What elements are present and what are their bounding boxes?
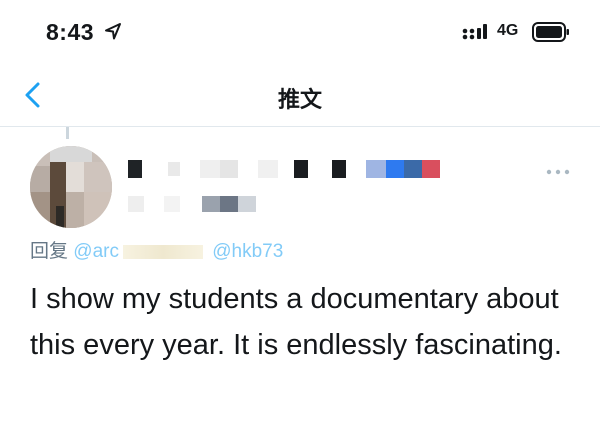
reply-to-line: 回复 @arc @hkb73 bbox=[30, 236, 283, 263]
page-title: 推文 bbox=[277, 87, 322, 112]
reply-mention-link[interactable]: @arc bbox=[73, 241, 119, 262]
reply-mention-link[interactable]: @hkb73 bbox=[212, 241, 283, 262]
tweet-text: I show my students a documentary about t… bbox=[30, 283, 562, 361]
avatar[interactable] bbox=[30, 146, 112, 228]
nav-bar: 推文 bbox=[0, 64, 600, 127]
more-horizontal-icon[interactable] bbox=[546, 168, 570, 176]
cell-signal-icon bbox=[462, 24, 487, 40]
battery-icon bbox=[532, 22, 569, 42]
handle-redacted bbox=[128, 196, 278, 214]
status-bar: 8:43 4G bbox=[0, 0, 600, 64]
reply-prefix: 回复 bbox=[30, 241, 69, 262]
location-arrow-icon bbox=[105, 23, 121, 40]
thread-connector-line bbox=[66, 127, 69, 139]
redacted-mention bbox=[122, 244, 203, 259]
display-name-redacted bbox=[128, 160, 443, 180]
tweet[interactable]: 回复 @arc @hkb73 I show my students a docu… bbox=[0, 140, 600, 434]
status-time: 8:43 bbox=[46, 19, 95, 45]
network-type: 4G bbox=[497, 22, 519, 39]
